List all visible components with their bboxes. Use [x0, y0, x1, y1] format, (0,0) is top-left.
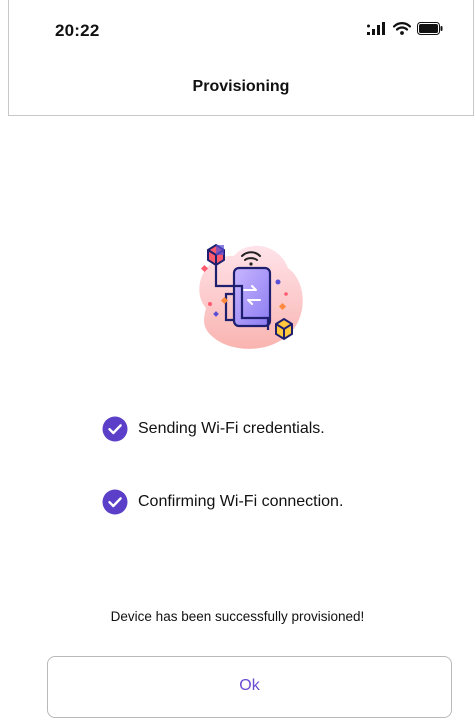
step-label: Sending Wi-Fi credentials.	[138, 420, 325, 437]
battery-icon	[417, 22, 443, 35]
step-confirming-connection: Confirming Wi-Fi connection.	[102, 489, 343, 515]
app-screen: 20:22 Provisioning Sending Wi-Fi credent…	[0, 0, 475, 718]
device-provisioning-illustration	[199, 243, 303, 349]
step-sending-credentials: Sending Wi-Fi credentials.	[102, 416, 325, 442]
wifi-icon	[393, 22, 411, 35]
status-bar-time: 20:22	[55, 21, 100, 40]
check-circle-icon	[102, 489, 128, 515]
ok-button[interactable]: Ok	[47, 656, 452, 718]
status-bar-icons	[367, 22, 443, 35]
navigation-header: 20:22 Provisioning	[8, 0, 474, 116]
step-label: Confirming Wi-Fi connection.	[138, 493, 344, 510]
check-circle-icon	[102, 416, 128, 442]
cellular-signal-icon	[367, 22, 385, 35]
success-message: Device has been successfully provisioned…	[110, 609, 365, 624]
ok-button-label: Ok	[239, 676, 260, 694]
page-title: Provisioning	[192, 78, 290, 95]
